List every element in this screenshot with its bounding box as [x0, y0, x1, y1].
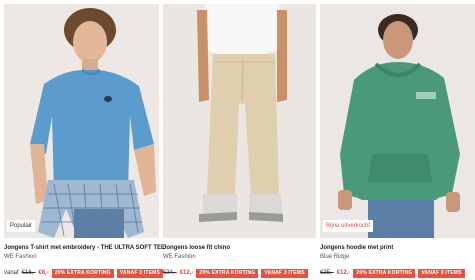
product-card[interactable]: Jongens loose fit chino WE Fashion €34,-…: [163, 4, 316, 280]
product-image[interactable]: [163, 4, 316, 238]
promo-tag-from-3-items: VANAF 3 ITEMS: [116, 268, 164, 278]
product-image[interactable]: Bijna uitverkocht: [320, 4, 475, 238]
low-stock-badge: Bijna uitverkocht: [323, 220, 374, 232]
original-price: €34,-: [163, 270, 177, 276]
price-row: €35,- €12,- 20% EXTRA KORTING VANAF 3 IT…: [320, 268, 465, 278]
sale-price: €6,-: [38, 270, 49, 276]
product-grid: Populair Jongens T-shirt met embroidery …: [4, 4, 475, 280]
promo-tag-extra-discount: 20% EXTRA KORTING: [353, 268, 416, 278]
promo-tag-extra-discount: 20% EXTRA KORTING: [51, 268, 114, 278]
product-title[interactable]: Jongens T-shirt met embroidery - THE ULT…: [4, 245, 165, 251]
product-brand: WE Fashion: [4, 254, 37, 260]
popular-badge: Populair: [7, 220, 36, 232]
promo-tag-from-3-items: VANAF 3 ITEMS: [261, 268, 308, 278]
promo-tag-extra-discount: 20% EXTRA KORTING: [196, 268, 259, 278]
original-price: €16,-: [21, 270, 36, 276]
product-title[interactable]: Jongens loose fit chino: [163, 245, 230, 251]
original-price: €35,-: [320, 270, 334, 276]
promo-tag-from-3-items: VANAF 3 ITEMS: [418, 268, 465, 278]
product-image[interactable]: Populair: [4, 4, 159, 238]
product-brand: Blue Ridge: [320, 254, 350, 260]
product-brand: WE Fashion: [163, 254, 196, 260]
sale-price: €12,-: [336, 270, 351, 276]
price-row: €34,- €12,- 20% EXTRA KORTING VANAF 3 IT…: [163, 268, 308, 278]
product-card[interactable]: Bijna uitverkocht Jongens hoodie met pri…: [320, 4, 475, 280]
price-row: vanaf €16,- €6,- 20% EXTRA KORTING VANAF…: [4, 268, 164, 278]
product-card[interactable]: Populair Jongens T-shirt met embroidery …: [4, 4, 165, 280]
sale-price: €12,-: [179, 270, 194, 276]
product-title[interactable]: Jongens hoodie met print: [320, 245, 393, 251]
price-from-label: vanaf: [4, 270, 19, 276]
